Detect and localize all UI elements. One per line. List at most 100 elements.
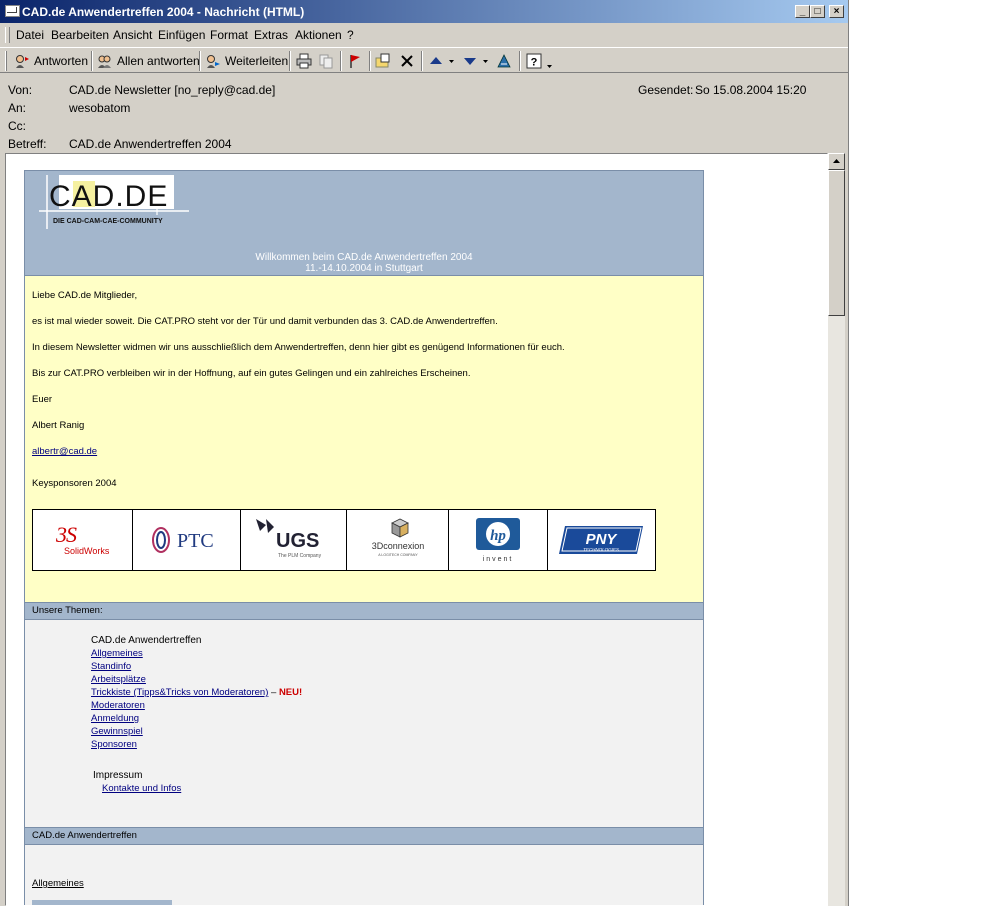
print-button[interactable] [296,51,312,71]
help-icon: ? [526,53,542,69]
scroll-up-button[interactable] [828,153,845,170]
menu-format[interactable]: Format [210,28,248,42]
minimize-button[interactable]: _ [795,5,810,18]
reply-all-button[interactable]: Allen antworten [97,51,200,71]
menu-datei[interactable]: Datei [16,28,44,42]
forward-label: Weiterleiten [225,54,289,68]
topic-link-moderatoren[interactable]: Moderatoren [91,700,145,711]
message-body[interactable]: CAD.DE DIE CAD-CAM-CAE-COMMUNITY Willkom… [5,153,828,906]
section2-body: Allgemeines [25,845,703,905]
menu-aktionen[interactable]: Aktionen [295,28,342,42]
section2-link-allgemeines[interactable]: Allgemeines [32,878,84,889]
signature-closing: Euer [32,394,53,405]
topic-link-gewinnspiel[interactable]: Gewinnspiel [91,726,143,737]
toolbar-separator [91,51,93,71]
arrow-down-icon [464,58,476,65]
next-item-button[interactable] [462,51,489,71]
delete-x-icon [401,55,413,67]
svg-text:The PLM Company: The PLM Company [278,553,322,559]
impressum-link[interactable]: Kontakte und Infos [102,783,181,794]
delete-button[interactable] [399,51,415,71]
topic-link-trickkiste[interactable]: Trickkiste (Tipps&Tricks von Moderatoren… [91,687,268,698]
to-value[interactable]: wesobatom [69,101,130,115]
svg-text:PNY: PNY [585,531,618,548]
newsletter-banner: CAD.DE DIE CAD-CAM-CAE-COMMUNITY Willkom… [25,171,703,275]
solidworks-logo-icon: 3 S SolidWorks [55,522,110,556]
themes-section-header: Unsere Themen: [25,602,703,620]
maximize-button[interactable]: □ [810,5,825,18]
chevron-down-icon [483,60,488,63]
cc-label: Cc: [8,119,26,133]
themes-head: CAD.de Anwendertreffen [91,635,202,646]
message-header: Von: CAD.de Newsletter [no_reply@cad.de]… [0,78,848,152]
svg-text:?: ? [531,57,538,69]
greeting: Liebe CAD.de Mitglieder, [32,290,138,301]
cad-de-logo: CAD.DE DIE CAD-CAM-CAE-COMMUNITY [39,175,194,229]
signature-name: Albert Ranig [32,420,85,431]
chevron-down-icon [547,65,552,68]
paragraph-1: es ist mal wieder soweit. Die CAT.PRO st… [32,316,498,327]
sponsor-pny[interactable]: PNY TECHNOLOGIES [548,510,655,570]
section2-bar [32,900,172,905]
menu-einfuegen[interactable]: Einfügen [158,28,205,42]
previous-item-button[interactable] [428,51,455,71]
toolbar-separator [289,51,291,71]
topic-link-arbeitsplaetze[interactable]: Arbeitsplätze [91,674,146,685]
sponsor-ugs[interactable]: UGS The PLM Company [241,510,347,570]
newsletter: CAD.DE DIE CAD-CAM-CAE-COMMUNITY Willkom… [24,170,704,905]
paragraph-3: Bis zur CAT.PRO verbleiben wir in der Ho… [32,368,471,379]
flag-icon [350,55,360,68]
sponsor-hp[interactable]: hp invent [449,510,548,570]
toolbar-separator [340,51,342,71]
themes-list: CAD.de Anwendertreffen Allgemeines Stand… [25,620,703,827]
sponsors-label: Keysponsoren 2004 [32,478,117,489]
sponsor-logos: 3 S SolidWorks PTC UGS The PLM Company 3… [32,509,656,571]
toolbar-separator [421,51,423,71]
copy-icon [319,54,333,69]
subject-value: CAD.de Anwendertreffen 2004 [69,137,232,151]
follow-up-flag-button[interactable] [347,51,363,71]
svg-text:TECHNOLOGIES: TECHNOLOGIES [583,547,619,552]
vertical-scrollbar[interactable] [828,153,845,906]
topic-link-standinfo[interactable]: Standinfo [91,661,131,672]
sponsor-ptc[interactable]: PTC [133,510,241,570]
pny-logo-icon: PNY TECHNOLOGIES [558,526,643,554]
close-button[interactable]: × [829,5,844,18]
sponsor-3dconnexion[interactable]: 3Dconnexion A LOGITECH COMPANY [347,510,449,570]
sent-value: So 15.08.2004 15:20 [695,83,807,97]
copy-button[interactable] [318,51,334,71]
help-button[interactable]: ? [526,51,553,71]
toolbar-grip [5,51,7,71]
intro-section: Liebe CAD.de Mitglieder, es ist mal wied… [25,275,703,602]
menu-extras[interactable]: Extras [254,28,288,42]
svg-text:UGS: UGS [276,530,319,552]
topic-link-anmeldung[interactable]: Anmeldung [91,713,139,724]
reply-button[interactable]: Antworten [14,51,88,71]
ptc-logo-icon: PTC [151,527,213,553]
subject-label: Betreff: [8,137,47,151]
address-book-button[interactable] [496,51,512,71]
scroll-up-arrow-icon [833,159,840,163]
section2-title: CAD.de Anwendertreffen [32,830,137,841]
topic-link-sponsoren[interactable]: Sponsoren [91,739,137,750]
forward-button[interactable]: Weiterleiten [205,51,288,71]
logo-text: CAD.DE [49,180,168,213]
toolbar-separator [369,51,371,71]
outlook-message-window: CAD.de Anwendertreffen 2004 - Nachricht … [0,0,849,906]
new-badge: NEU! [278,687,303,698]
title-bar: CAD.de Anwendertreffen 2004 - Nachricht … [0,0,848,23]
toolbar: Antworten Allen antworten Weiterleiten ? [0,47,848,73]
menu-ansicht[interactable]: Ansicht [113,28,152,42]
email-link[interactable]: albertr@cad.de [32,446,97,457]
sponsor-solidworks[interactable]: 3 S SolidWorks [33,510,133,570]
3dconnexion-logo-icon: 3Dconnexion A LOGITECH COMPANY [371,518,424,557]
move-to-folder-button[interactable] [375,51,391,71]
svg-text:S: S [66,522,77,547]
menu-help[interactable]: ? [347,28,354,42]
scroll-thumb[interactable] [828,170,845,316]
svg-text:3Dconnexion: 3Dconnexion [371,541,424,551]
welcome-heading: Willkommen beim CAD.de Anwendertreffen 2… [255,252,473,263]
menu-bearbeiten[interactable]: Bearbeiten [51,28,109,42]
from-value[interactable]: CAD.de Newsletter [no_reply@cad.de] [69,83,275,97]
topic-link-allgemeines[interactable]: Allgemeines [91,648,143,659]
